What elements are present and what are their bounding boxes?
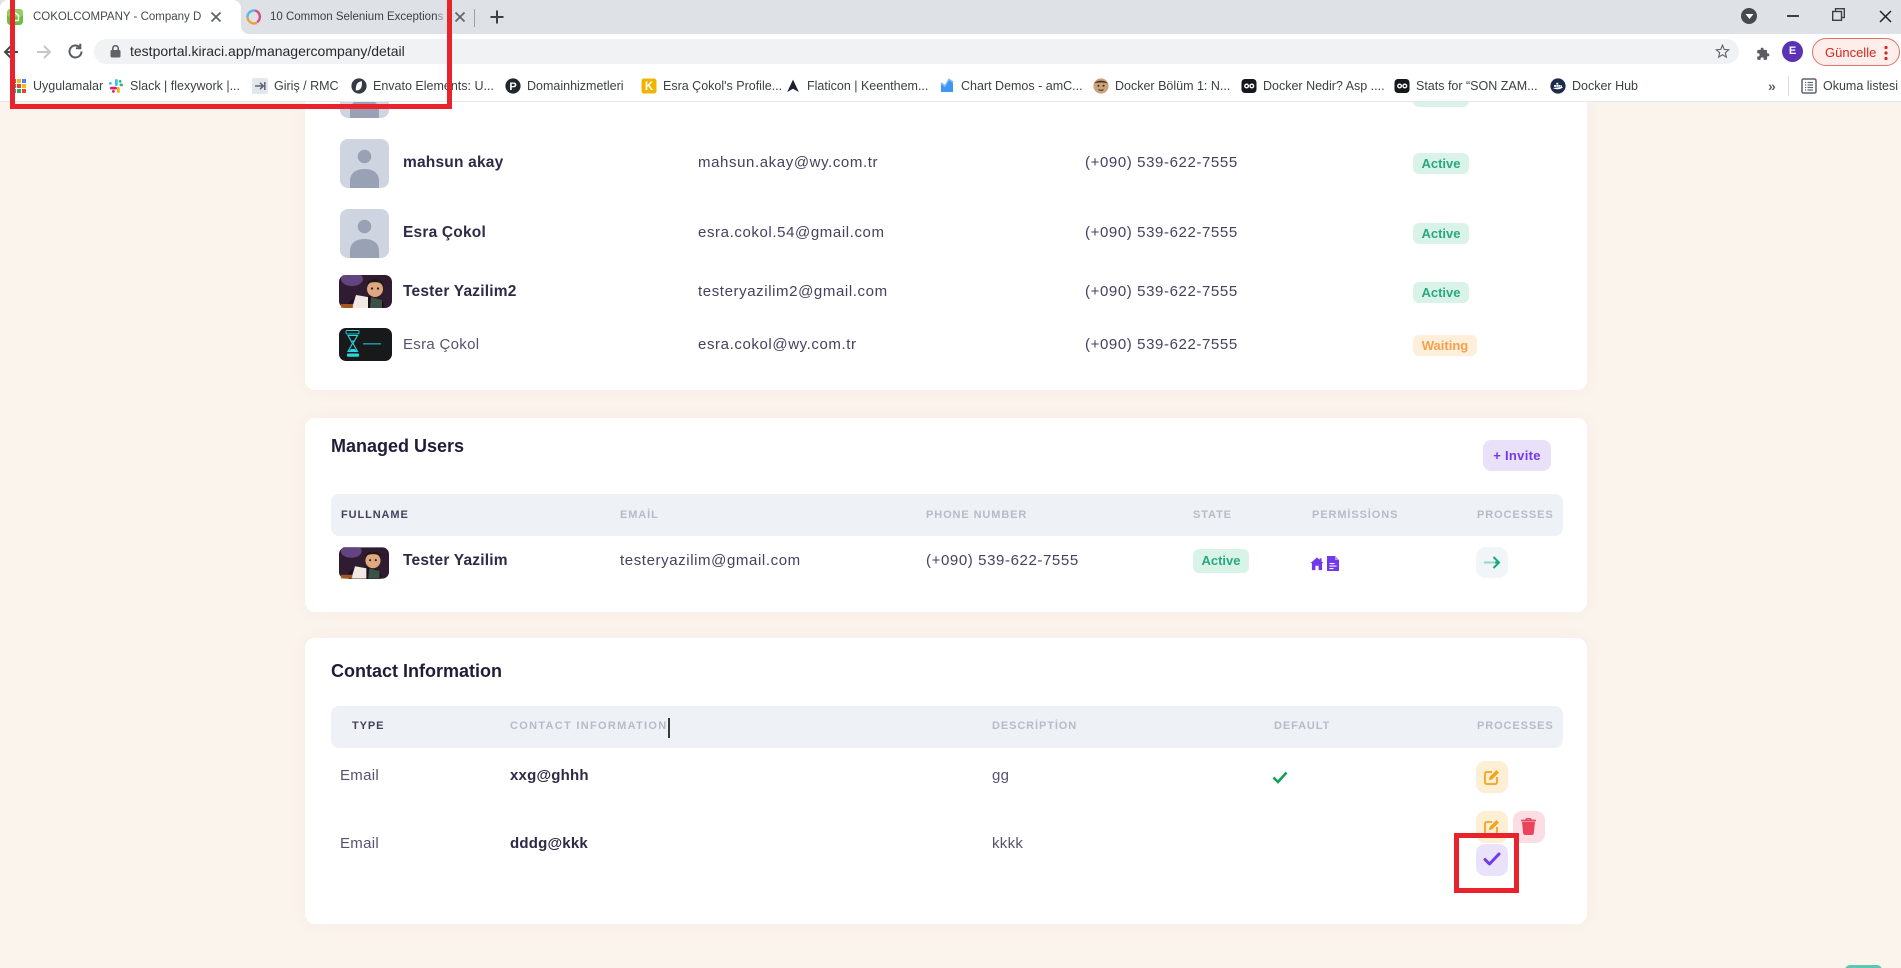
svg-text:P: P <box>509 81 516 93</box>
svg-text:K: K <box>645 81 654 93</box>
